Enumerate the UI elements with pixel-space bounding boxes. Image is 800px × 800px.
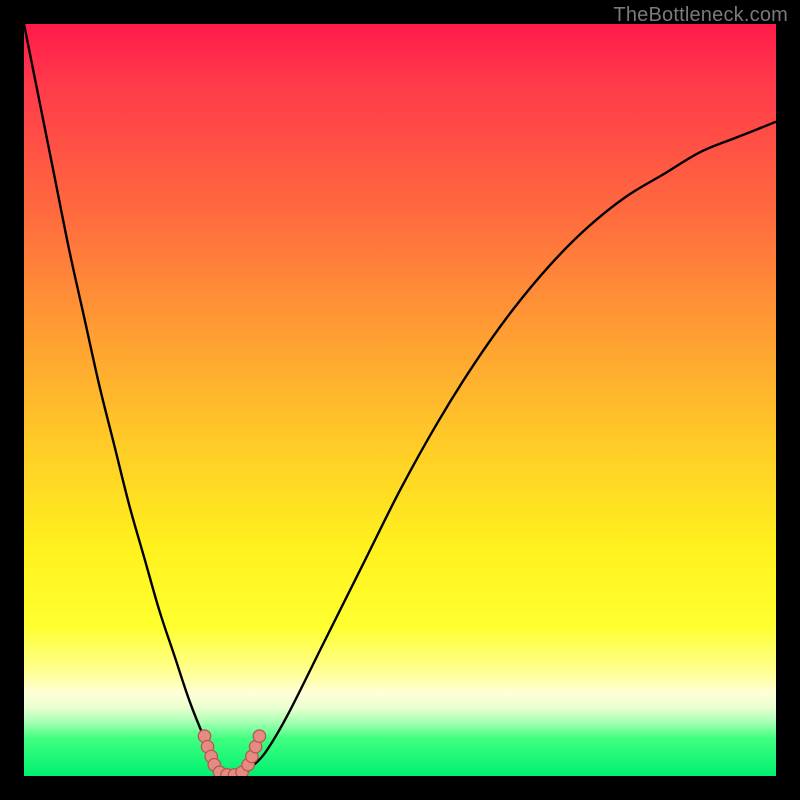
bottleneck-curve-svg (24, 24, 776, 776)
chart-plot-area (24, 24, 776, 776)
curve-markers (198, 730, 265, 776)
bottleneck-curve-path (24, 24, 776, 776)
curve-marker (253, 730, 265, 742)
watermark-text: TheBottleneck.com (613, 4, 788, 27)
